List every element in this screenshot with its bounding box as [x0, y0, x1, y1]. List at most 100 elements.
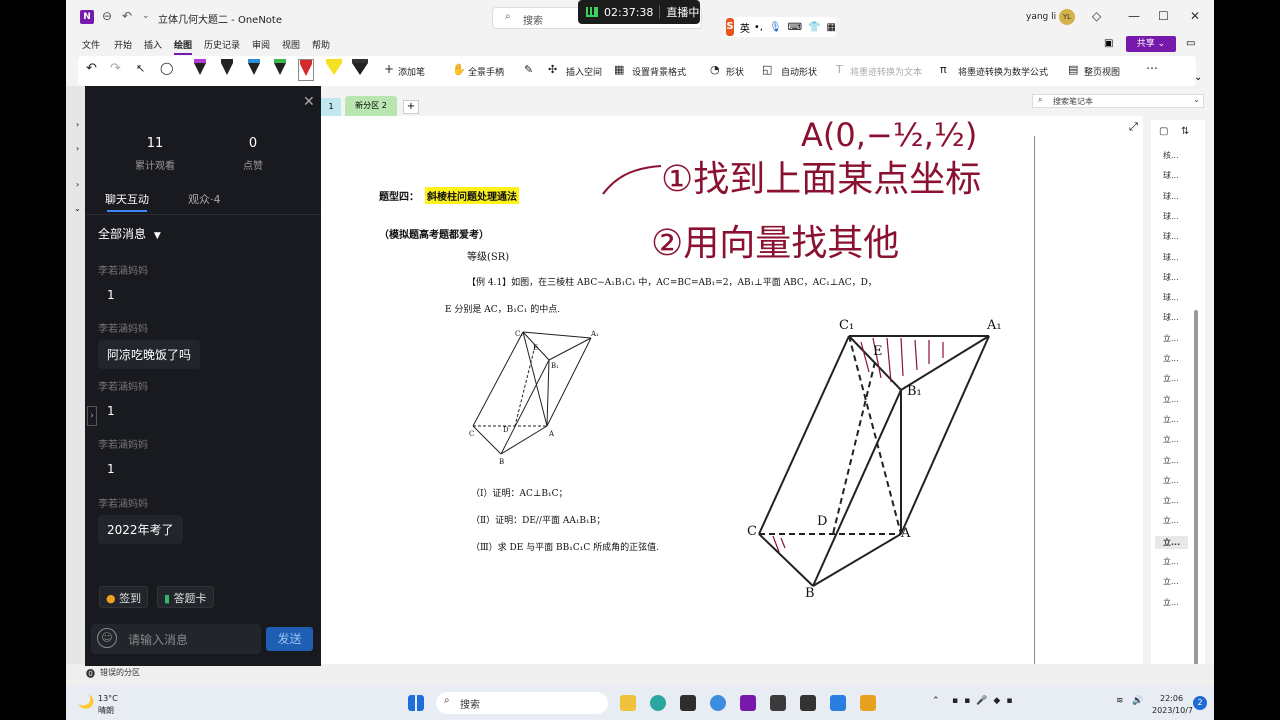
page-list-scrollbar[interactable] — [1194, 310, 1198, 670]
start-icon[interactable] — [408, 695, 424, 711]
more-icon[interactable]: ⋯ — [1146, 61, 1158, 75]
new-page-icon[interactable]: ▢ — [1159, 126, 1168, 137]
checkin-button[interactable]: ● 签到 — [99, 586, 149, 608]
back-icon[interactable]: ⊖ — [102, 9, 112, 23]
page-list-item[interactable]: 立... — [1163, 373, 1179, 384]
shapes-icon[interactable]: ◔ — [710, 63, 720, 76]
undo-button-icon[interactable]: ↶ — [86, 61, 97, 76]
edge-icon[interactable] — [650, 695, 666, 711]
onenote-taskbar-icon[interactable] — [740, 695, 756, 711]
menu-review[interactable]: 审阅 — [252, 38, 270, 51]
diamond-icon[interactable]: ◇ — [1092, 9, 1101, 23]
clock-date[interactable]: 2023/10/7 — [1152, 706, 1193, 715]
undo-icon[interactable]: ↶ — [122, 9, 132, 23]
message-filter-dropdown[interactable]: 全部消息 ▼ — [98, 225, 161, 242]
notebook-search-input[interactable]: ⌕ 搜索笔记本 ⌄ — [1032, 94, 1204, 108]
quick-access-chevron-icon[interactable]: ⌄ — [142, 11, 150, 21]
sort-icon[interactable]: ⇅ — [1181, 126, 1189, 137]
page-list-item[interactable]: 立... — [1163, 475, 1179, 486]
add-section-button[interactable]: + — [403, 100, 419, 114]
user-name[interactable]: yang li — [1026, 12, 1056, 22]
close-icon[interactable]: ✕ — [1190, 9, 1200, 23]
menu-insert[interactable]: 插入 — [144, 38, 162, 51]
pen-red-selected-icon[interactable] — [298, 59, 314, 81]
menu-view[interactable]: 视图 — [282, 38, 300, 51]
page-list-item[interactable]: 立... — [1163, 414, 1179, 425]
page-list-item[interactable]: 立... — [1163, 434, 1179, 445]
highlighter-dark-icon[interactable] — [352, 59, 368, 81]
app-x-icon[interactable] — [800, 695, 816, 711]
taskbar-search[interactable]: ⌕ 搜索 — [436, 692, 608, 714]
auto-shapes-button[interactable]: 自动形状 — [781, 65, 817, 78]
browser-icon[interactable] — [710, 695, 726, 711]
page-list-item[interactable]: 立... — [1163, 597, 1179, 608]
tab-new-section-2[interactable]: 新分区 2 — [345, 96, 397, 116]
select-arrow-icon[interactable]: ↖ — [136, 62, 145, 75]
tray-icons[interactable]: ▪▪🎤◆▪ — [952, 696, 1018, 706]
collapse-nav-icon[interactable]: ⌄ — [74, 204, 81, 213]
page-list-item[interactable]: 球... — [1163, 252, 1179, 263]
full-hand-button[interactable]: 全景手柄 — [468, 65, 504, 78]
page-list-item[interactable]: 球... — [1163, 170, 1179, 181]
pen-blue-icon[interactable] — [248, 59, 260, 81]
tray-chevron-icon[interactable]: ⌃ — [932, 696, 940, 706]
emoji-icon[interactable]: ☺ — [97, 628, 117, 648]
close-icon[interactable]: ✕ — [303, 94, 315, 110]
app-arrow-icon[interactable] — [830, 695, 846, 711]
page-list-item[interactable]: 球... — [1163, 191, 1179, 202]
page-list-item[interactable]: 球... — [1163, 211, 1179, 222]
page-list-item[interactable]: 立... — [1163, 455, 1179, 466]
tab-chat[interactable]: 聊天互动 — [105, 191, 149, 207]
maximize-icon[interactable]: ☐ — [1158, 9, 1169, 23]
highlighter-yellow-icon[interactable] — [326, 59, 342, 81]
page-list-item[interactable]: 立... — [1155, 535, 1189, 549]
page-list-item[interactable]: 立... — [1163, 515, 1179, 526]
ink-to-math-icon[interactable]: π — [940, 63, 947, 76]
page-list-item[interactable]: 球... — [1163, 231, 1179, 242]
menu-draw[interactable]: 绘图 — [174, 38, 193, 55]
ink-to-math-button[interactable]: 将墨迹转换为数学公式 — [958, 65, 1048, 78]
expand-page-icon[interactable]: ⤢ — [1129, 120, 1138, 134]
minimize-icon[interactable]: — — [1128, 9, 1140, 23]
auto-shapes-icon[interactable]: ◱ — [762, 63, 772, 76]
page-list-item[interactable]: 立... — [1163, 495, 1179, 506]
expand-nav-icon-3[interactable]: › — [76, 180, 79, 189]
pen-black-icon[interactable] — [194, 59, 206, 81]
page-canvas[interactable]: ⤢ 题型四： 斜棱柱问题处理通法 （模拟题高考题都爱考） 等级(SR) 【例 4… — [321, 116, 1143, 680]
page-list-item[interactable]: 立... — [1163, 333, 1179, 344]
expand-nav-icon-2[interactable]: › — [76, 144, 79, 153]
insert-space-icon[interactable]: ✣ — [548, 63, 557, 76]
store-icon[interactable] — [680, 695, 696, 711]
menu-help[interactable]: 帮助 — [312, 38, 330, 51]
tab-audience[interactable]: 观众·4 — [188, 191, 221, 207]
chevron-right-icon[interactable]: › — [87, 406, 97, 426]
grid-icon[interactable]: ▦ — [614, 63, 624, 76]
redo-button-icon[interactable]: ↷ — [110, 61, 121, 76]
avatar[interactable]: YL — [1059, 9, 1075, 25]
page-list-item[interactable]: 核... — [1163, 150, 1179, 161]
lasso-icon[interactable]: ◯ — [160, 61, 173, 75]
app-recorder-icon[interactable] — [860, 695, 876, 711]
sticky-notes-icon[interactable]: ▣ — [1104, 38, 1113, 49]
menu-home[interactable]: 开始 — [114, 38, 132, 51]
file-explorer-icon[interactable] — [620, 695, 636, 711]
hand-icon[interactable]: ✋ — [452, 63, 466, 76]
ime-toolbar[interactable]: S 英 •, 🎙 ⌨ 👕 ▦ — [726, 17, 836, 37]
menu-history[interactable]: 历史记录 — [204, 38, 240, 51]
page-list-item[interactable]: 立... — [1163, 394, 1179, 405]
page-list-item[interactable]: 立... — [1163, 353, 1179, 364]
add-pen-button[interactable]: 添加笔 — [398, 65, 425, 78]
notification-badge[interactable]: 2 — [1193, 696, 1207, 710]
volume-icon[interactable]: 🔊 — [1132, 696, 1143, 706]
expand-nav-icon[interactable]: › — [76, 120, 79, 129]
ribbon-collapse-icon[interactable]: ⌄ — [1194, 72, 1202, 83]
mail-icon[interactable] — [770, 695, 786, 711]
page-view-icon[interactable]: ▤ — [1068, 63, 1078, 76]
page-view-button[interactable]: 整页视图 — [1084, 65, 1120, 78]
menu-file[interactable]: 文件 — [82, 38, 100, 51]
pen-dark-icon[interactable] — [221, 59, 233, 81]
clock-time[interactable]: 22:06 — [1160, 694, 1183, 703]
background-format-button[interactable]: 设置背景格式 — [632, 65, 686, 78]
ruler-icon[interactable]: ✎ — [524, 63, 533, 76]
page-list-item[interactable]: 立... — [1163, 576, 1179, 587]
